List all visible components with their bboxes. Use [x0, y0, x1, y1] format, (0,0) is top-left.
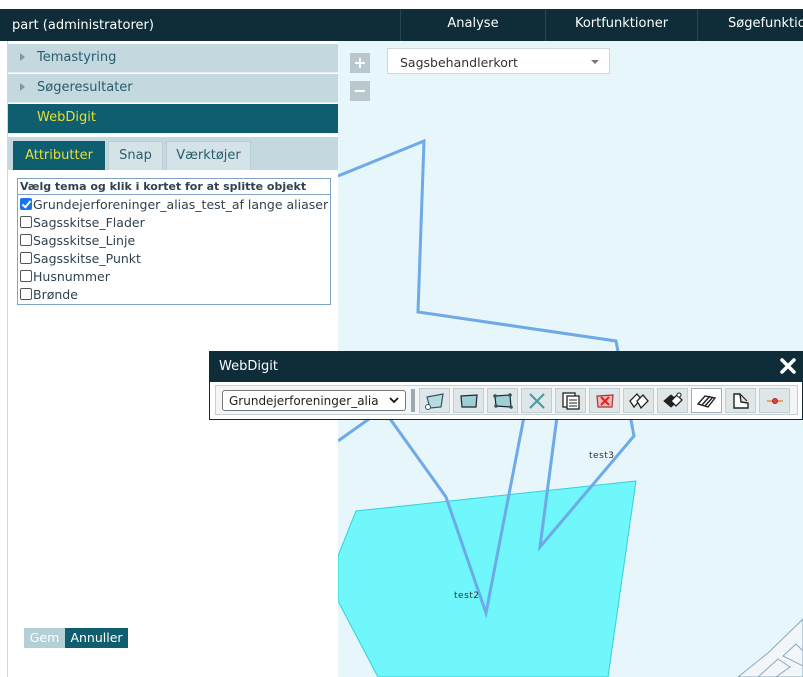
layer-item[interactable]: Sagsskitse_Flader — [20, 215, 145, 233]
edit-vertices-tool[interactable] — [487, 388, 518, 413]
toolbar-separator — [411, 389, 415, 412]
layer-label: Sagsskitse_Linje — [33, 233, 136, 248]
edit-vertices-icon — [493, 393, 513, 409]
split-feature-icon — [629, 393, 649, 410]
map-polygon-test2 — [338, 480, 637, 677]
checkbox[interactable] — [20, 252, 32, 264]
checkbox[interactable] — [20, 270, 32, 282]
tab-vaerktoejer[interactable]: Værktøjer — [166, 141, 251, 170]
map-label-test2: test2 — [454, 591, 480, 601]
accordion-label: Temastyring — [37, 50, 117, 65]
webdigit-titlebar[interactable]: WebDigit — [210, 352, 802, 382]
basemap-select-value: Sagsbehandlerkort — [400, 55, 518, 70]
layer-item[interactable]: Sagsskitse_Linje — [20, 233, 135, 251]
layer-label: Sagsskitse_Punkt — [33, 251, 141, 266]
checkbox[interactable] — [20, 288, 32, 300]
split-polygon-tool[interactable] — [691, 388, 722, 413]
delete-feature-icon — [596, 394, 614, 408]
accordion-soegeresultater[interactable]: Søgeresultater — [8, 74, 339, 103]
zoom-in-button[interactable]: + — [350, 53, 370, 73]
reshape-tool[interactable] — [725, 388, 756, 413]
merge-feature-icon — [663, 392, 683, 408]
layer-select-value: Grundejerforeninger_alias_ — [229, 394, 379, 408]
accordion-label: WebDigit — [37, 110, 96, 125]
map-label-test3: test3 — [589, 451, 615, 461]
layer-label: Sagsskitse_Flader — [33, 215, 145, 230]
split-polygon-icon — [696, 395, 717, 408]
copy-feature-icon — [562, 392, 580, 410]
layer-label: Brønde — [33, 287, 78, 302]
delete-feature-tool[interactable] — [589, 388, 620, 413]
save-button[interactable]: Gem — [24, 628, 65, 648]
layer-select[interactable]: Grundejerforeninger_alias_ — [222, 390, 406, 411]
accordion-webdigit[interactable]: WebDigit — [8, 104, 339, 134]
app-title: part (administratorer) — [12, 18, 154, 33]
split-feature-tool[interactable] — [623, 388, 654, 413]
layer-label: Husnummer — [33, 269, 110, 284]
delete-cross-icon — [529, 393, 545, 409]
cancel-button[interactable]: Annuller — [65, 628, 128, 648]
draw-polygon-tool[interactable] — [419, 388, 450, 413]
reshape-icon — [733, 393, 749, 409]
caret-right-icon — [20, 83, 25, 91]
layer-item[interactable]: Brønde — [20, 287, 78, 305]
chevron-down-icon — [591, 60, 599, 64]
webdigit-window: WebDigit Grundejerforeninger_alias_ — [209, 351, 803, 420]
nav-kortfunktioner[interactable]: Kortfunktioner — [545, 9, 697, 41]
chevron-down-icon — [389, 397, 399, 404]
checkbox[interactable] — [20, 198, 32, 210]
instruction-text: Vælg tema og klik i kortet for at splitt… — [20, 180, 307, 193]
caret-right-icon — [20, 53, 25, 61]
snap-point-tool[interactable] — [759, 388, 790, 413]
checkbox[interactable] — [20, 216, 32, 228]
copy-feature-tool[interactable] — [555, 388, 586, 413]
layer-label: Grundejerforeninger_alias_test_af lange … — [33, 197, 329, 212]
merge-feature-tool[interactable] — [657, 388, 688, 413]
zoom-out-button[interactable]: − — [350, 81, 370, 101]
top-bar: part (administratorer) Analyse Kortfunkt… — [0, 9, 803, 41]
map-building-footprints — [737, 618, 803, 677]
basemap-select[interactable]: Sagsbehandlerkort — [387, 48, 610, 74]
webdigit-title: WebDigit — [219, 359, 278, 374]
webdigit-toolbar: Grundejerforeninger_alias_ — [215, 385, 798, 415]
layer-item[interactable]: Sagsskitse_Punkt — [20, 251, 141, 269]
accordion-label: Søgeresultater — [37, 80, 133, 95]
draw-rectangle-tool[interactable] — [453, 388, 484, 413]
tab-attributter[interactable]: Attributter — [13, 141, 105, 170]
tab-bar: Attributter Snap Værktøjer — [8, 137, 339, 170]
nav-analyse[interactable]: Analyse — [400, 9, 545, 41]
snap-point-icon — [767, 398, 783, 404]
delete-cross-tool[interactable] — [521, 388, 552, 413]
nav-soegefunktion[interactable]: Søgefunktion — [697, 9, 803, 41]
layer-item[interactable]: Husnummer — [20, 269, 110, 287]
checkbox[interactable] — [20, 234, 32, 246]
draw-polygon-icon — [425, 393, 444, 410]
accordion-temastyring[interactable]: Temastyring — [8, 44, 339, 73]
tab-snap[interactable]: Snap — [108, 141, 163, 170]
layer-item[interactable]: Grundejerforeninger_alias_test_af lange … — [20, 197, 328, 215]
divider — [18, 194, 330, 195]
layer-list: Vælg tema og klik i kortet for at splitt… — [17, 178, 331, 305]
draw-rectangle-icon — [460, 394, 478, 408]
close-icon[interactable] — [778, 356, 798, 376]
